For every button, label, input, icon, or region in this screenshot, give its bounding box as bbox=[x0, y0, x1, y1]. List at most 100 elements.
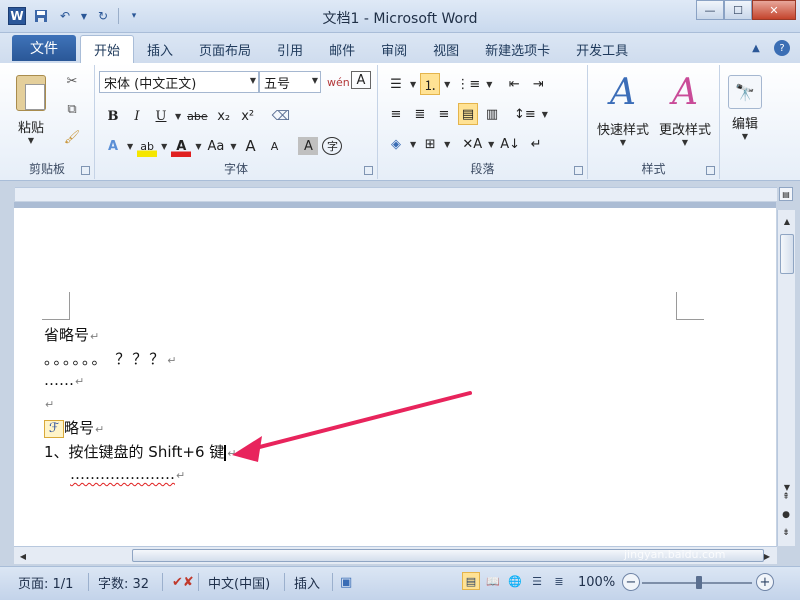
line-spacing-icon[interactable]: ↕≡ bbox=[512, 103, 538, 125]
character-shading-button[interactable]: A bbox=[298, 137, 319, 155]
text-effects-icon[interactable]: A bbox=[103, 135, 123, 157]
grow-font-button[interactable]: A bbox=[240, 135, 260, 157]
shading-dropdown-icon[interactable]: ▼ bbox=[410, 140, 416, 149]
align-right-icon[interactable]: ≡ bbox=[434, 103, 454, 125]
borders-icon[interactable]: ⊞ bbox=[420, 133, 440, 155]
clipboard-launcher-icon[interactable] bbox=[81, 166, 90, 175]
change-styles-button[interactable]: A 更改样式 ▼ bbox=[654, 71, 716, 147]
next-page-icon[interactable]: ⇟ bbox=[780, 528, 792, 538]
scroll-left-icon[interactable]: ◀ bbox=[16, 549, 30, 563]
scroll-up-icon[interactable]: ▲ bbox=[780, 214, 794, 228]
zoom-level[interactable]: 100% bbox=[578, 572, 615, 592]
draft-view-icon[interactable]: ≣ bbox=[550, 572, 568, 590]
change-case-button[interactable]: Aa bbox=[205, 135, 226, 157]
italic-button[interactable]: I bbox=[127, 105, 147, 127]
bullets-dropdown-icon[interactable]: ▼ bbox=[410, 80, 416, 89]
align-center-icon[interactable]: ≣ bbox=[410, 103, 430, 125]
borders-dropdown-icon[interactable]: ▼ bbox=[444, 140, 450, 149]
underline-button[interactable]: U bbox=[151, 105, 171, 127]
select-browse-object-icon[interactable]: ● bbox=[780, 510, 792, 520]
doc-line-7[interactable]: …………………↵ bbox=[70, 465, 185, 483]
bullets-icon[interactable]: ☰ bbox=[386, 73, 406, 95]
line-spacing-dropdown-icon[interactable]: ▼ bbox=[542, 110, 548, 119]
clear-formatting-icon[interactable]: ⌫ bbox=[270, 105, 292, 127]
highlight-color-icon[interactable]: ab bbox=[137, 135, 158, 157]
font-name-select[interactable]: 宋体 (中文正文) ▼ bbox=[99, 71, 259, 93]
tab-page-layout[interactable]: 页面布局 bbox=[186, 35, 264, 63]
multilevel-list-icon[interactable]: ⋮≡ bbox=[454, 73, 482, 95]
view-ruler-icon[interactable]: ▤ bbox=[779, 187, 793, 201]
chinese-layout-dropdown-icon[interactable]: ▼ bbox=[488, 140, 494, 149]
show-marks-icon[interactable]: ↵ bbox=[526, 133, 546, 155]
zoom-in-icon[interactable]: + bbox=[756, 573, 774, 591]
vertical-scroll-thumb[interactable] bbox=[780, 234, 794, 274]
enclose-characters-button[interactable]: 字 bbox=[322, 137, 343, 155]
tab-references[interactable]: 引用 bbox=[264, 35, 316, 63]
doc-line-2[interactable]: 。。。。。。 ？？？↵ bbox=[44, 348, 179, 369]
close-button[interactable]: ✕ bbox=[752, 0, 796, 20]
scroll-right-icon[interactable]: ▶ bbox=[760, 549, 774, 563]
font-color-dropdown-icon[interactable]: ▼ bbox=[195, 142, 201, 151]
chinese-layout-icon[interactable]: ✕A bbox=[460, 133, 484, 155]
phonetic-guide-icon[interactable]: wén bbox=[325, 71, 352, 93]
page-count[interactable]: 页面: 1/1 bbox=[18, 572, 73, 592]
numbering-icon[interactable]: ⒈ bbox=[420, 73, 441, 95]
autocorrect-options-icon[interactable]: ℱ bbox=[44, 419, 64, 438]
multilevel-dropdown-icon[interactable]: ▼ bbox=[486, 80, 492, 89]
copy-icon[interactable]: ⧉ bbox=[62, 99, 82, 119]
shading-icon[interactable]: ◈ bbox=[386, 133, 406, 155]
align-left-icon[interactable]: ≡ bbox=[386, 103, 406, 125]
tab-file[interactable]: 文件 bbox=[12, 35, 76, 61]
bold-button[interactable]: B bbox=[103, 105, 123, 127]
language-indicator[interactable]: 中文(中国) bbox=[208, 572, 270, 592]
proofing-icon[interactable]: ✔✘ bbox=[172, 572, 194, 592]
sort-icon[interactable]: A↓ bbox=[498, 133, 522, 155]
character-border-icon[interactable]: A bbox=[351, 71, 371, 89]
tab-insert[interactable]: 插入 bbox=[134, 35, 186, 63]
shrink-font-button[interactable]: A bbox=[264, 135, 284, 157]
maximize-button[interactable]: ☐ bbox=[724, 0, 752, 20]
zoom-slider-thumb[interactable] bbox=[696, 576, 702, 589]
tab-new-tab[interactable]: 新建选项卡 bbox=[472, 35, 563, 63]
cut-icon[interactable]: ✂ bbox=[62, 71, 82, 91]
increase-indent-icon[interactable]: ⇥ bbox=[528, 73, 548, 95]
styles-launcher-icon[interactable] bbox=[706, 166, 715, 175]
distributed-icon[interactable]: ▥ bbox=[482, 103, 502, 125]
insert-mode-indicator[interactable]: 插入 bbox=[294, 572, 320, 592]
doc-line-3[interactable]: ……↵ bbox=[44, 371, 84, 389]
outline-view-icon[interactable]: ☰ bbox=[528, 572, 546, 590]
highlight-dropdown-icon[interactable]: ▼ bbox=[161, 142, 167, 151]
justify-icon[interactable]: ▤ bbox=[458, 103, 478, 125]
editing-group[interactable]: 🔭 编辑 ▼ bbox=[720, 65, 770, 179]
change-case-dropdown-icon[interactable]: ▼ bbox=[230, 142, 236, 151]
font-color-icon[interactable]: A bbox=[171, 135, 192, 157]
subscript-button[interactable]: x₂ bbox=[214, 105, 234, 127]
underline-dropdown-icon[interactable]: ▼ bbox=[175, 112, 181, 121]
minimize-button[interactable]: — bbox=[696, 0, 724, 20]
doc-line-6[interactable]: 1、按住键盘的 Shift+6 键 ↵ bbox=[44, 441, 237, 462]
text-effects-dropdown-icon[interactable]: ▼ bbox=[127, 142, 133, 151]
doc-line-5[interactable]: ℱ 略号↵ bbox=[44, 417, 104, 438]
print-layout-view-icon[interactable]: ▤ bbox=[462, 572, 480, 590]
ribbon-collapse-icon[interactable]: ▲ bbox=[748, 40, 764, 56]
macro-record-icon[interactable]: ▣ bbox=[340, 572, 352, 592]
decrease-indent-icon[interactable]: ⇤ bbox=[504, 73, 524, 95]
tab-view[interactable]: 视图 bbox=[420, 35, 472, 63]
paste-button[interactable]: 粘贴 ▼ bbox=[8, 71, 54, 149]
help-icon[interactable]: ? bbox=[774, 40, 790, 56]
doc-line-1[interactable]: 省略号↵ bbox=[44, 324, 99, 345]
format-painter-icon[interactable]: 🖌 bbox=[62, 127, 82, 147]
document-page[interactable]: 省略号↵ 。。。。。。 ？？？↵ ……↵ ↵ ℱ 略号↵ 1、按住键盘的 Shif… bbox=[14, 208, 776, 546]
tab-developer[interactable]: 开发工具 bbox=[563, 35, 641, 63]
tab-mailings[interactable]: 邮件 bbox=[316, 35, 368, 63]
word-count[interactable]: 字数: 32 bbox=[98, 572, 149, 592]
full-screen-reading-icon[interactable]: 📖 bbox=[484, 572, 502, 590]
numbering-dropdown-icon[interactable]: ▼ bbox=[444, 80, 450, 89]
strikethrough-button[interactable]: abe bbox=[185, 105, 210, 127]
font-launcher-icon[interactable] bbox=[364, 166, 373, 175]
paragraph-launcher-icon[interactable] bbox=[574, 166, 583, 175]
tab-home[interactable]: 开始 bbox=[80, 35, 135, 63]
previous-page-icon[interactable]: ⇞ bbox=[780, 492, 792, 502]
zoom-out-icon[interactable]: − bbox=[622, 573, 640, 591]
font-size-select[interactable]: 五号 ▼ bbox=[259, 71, 321, 93]
